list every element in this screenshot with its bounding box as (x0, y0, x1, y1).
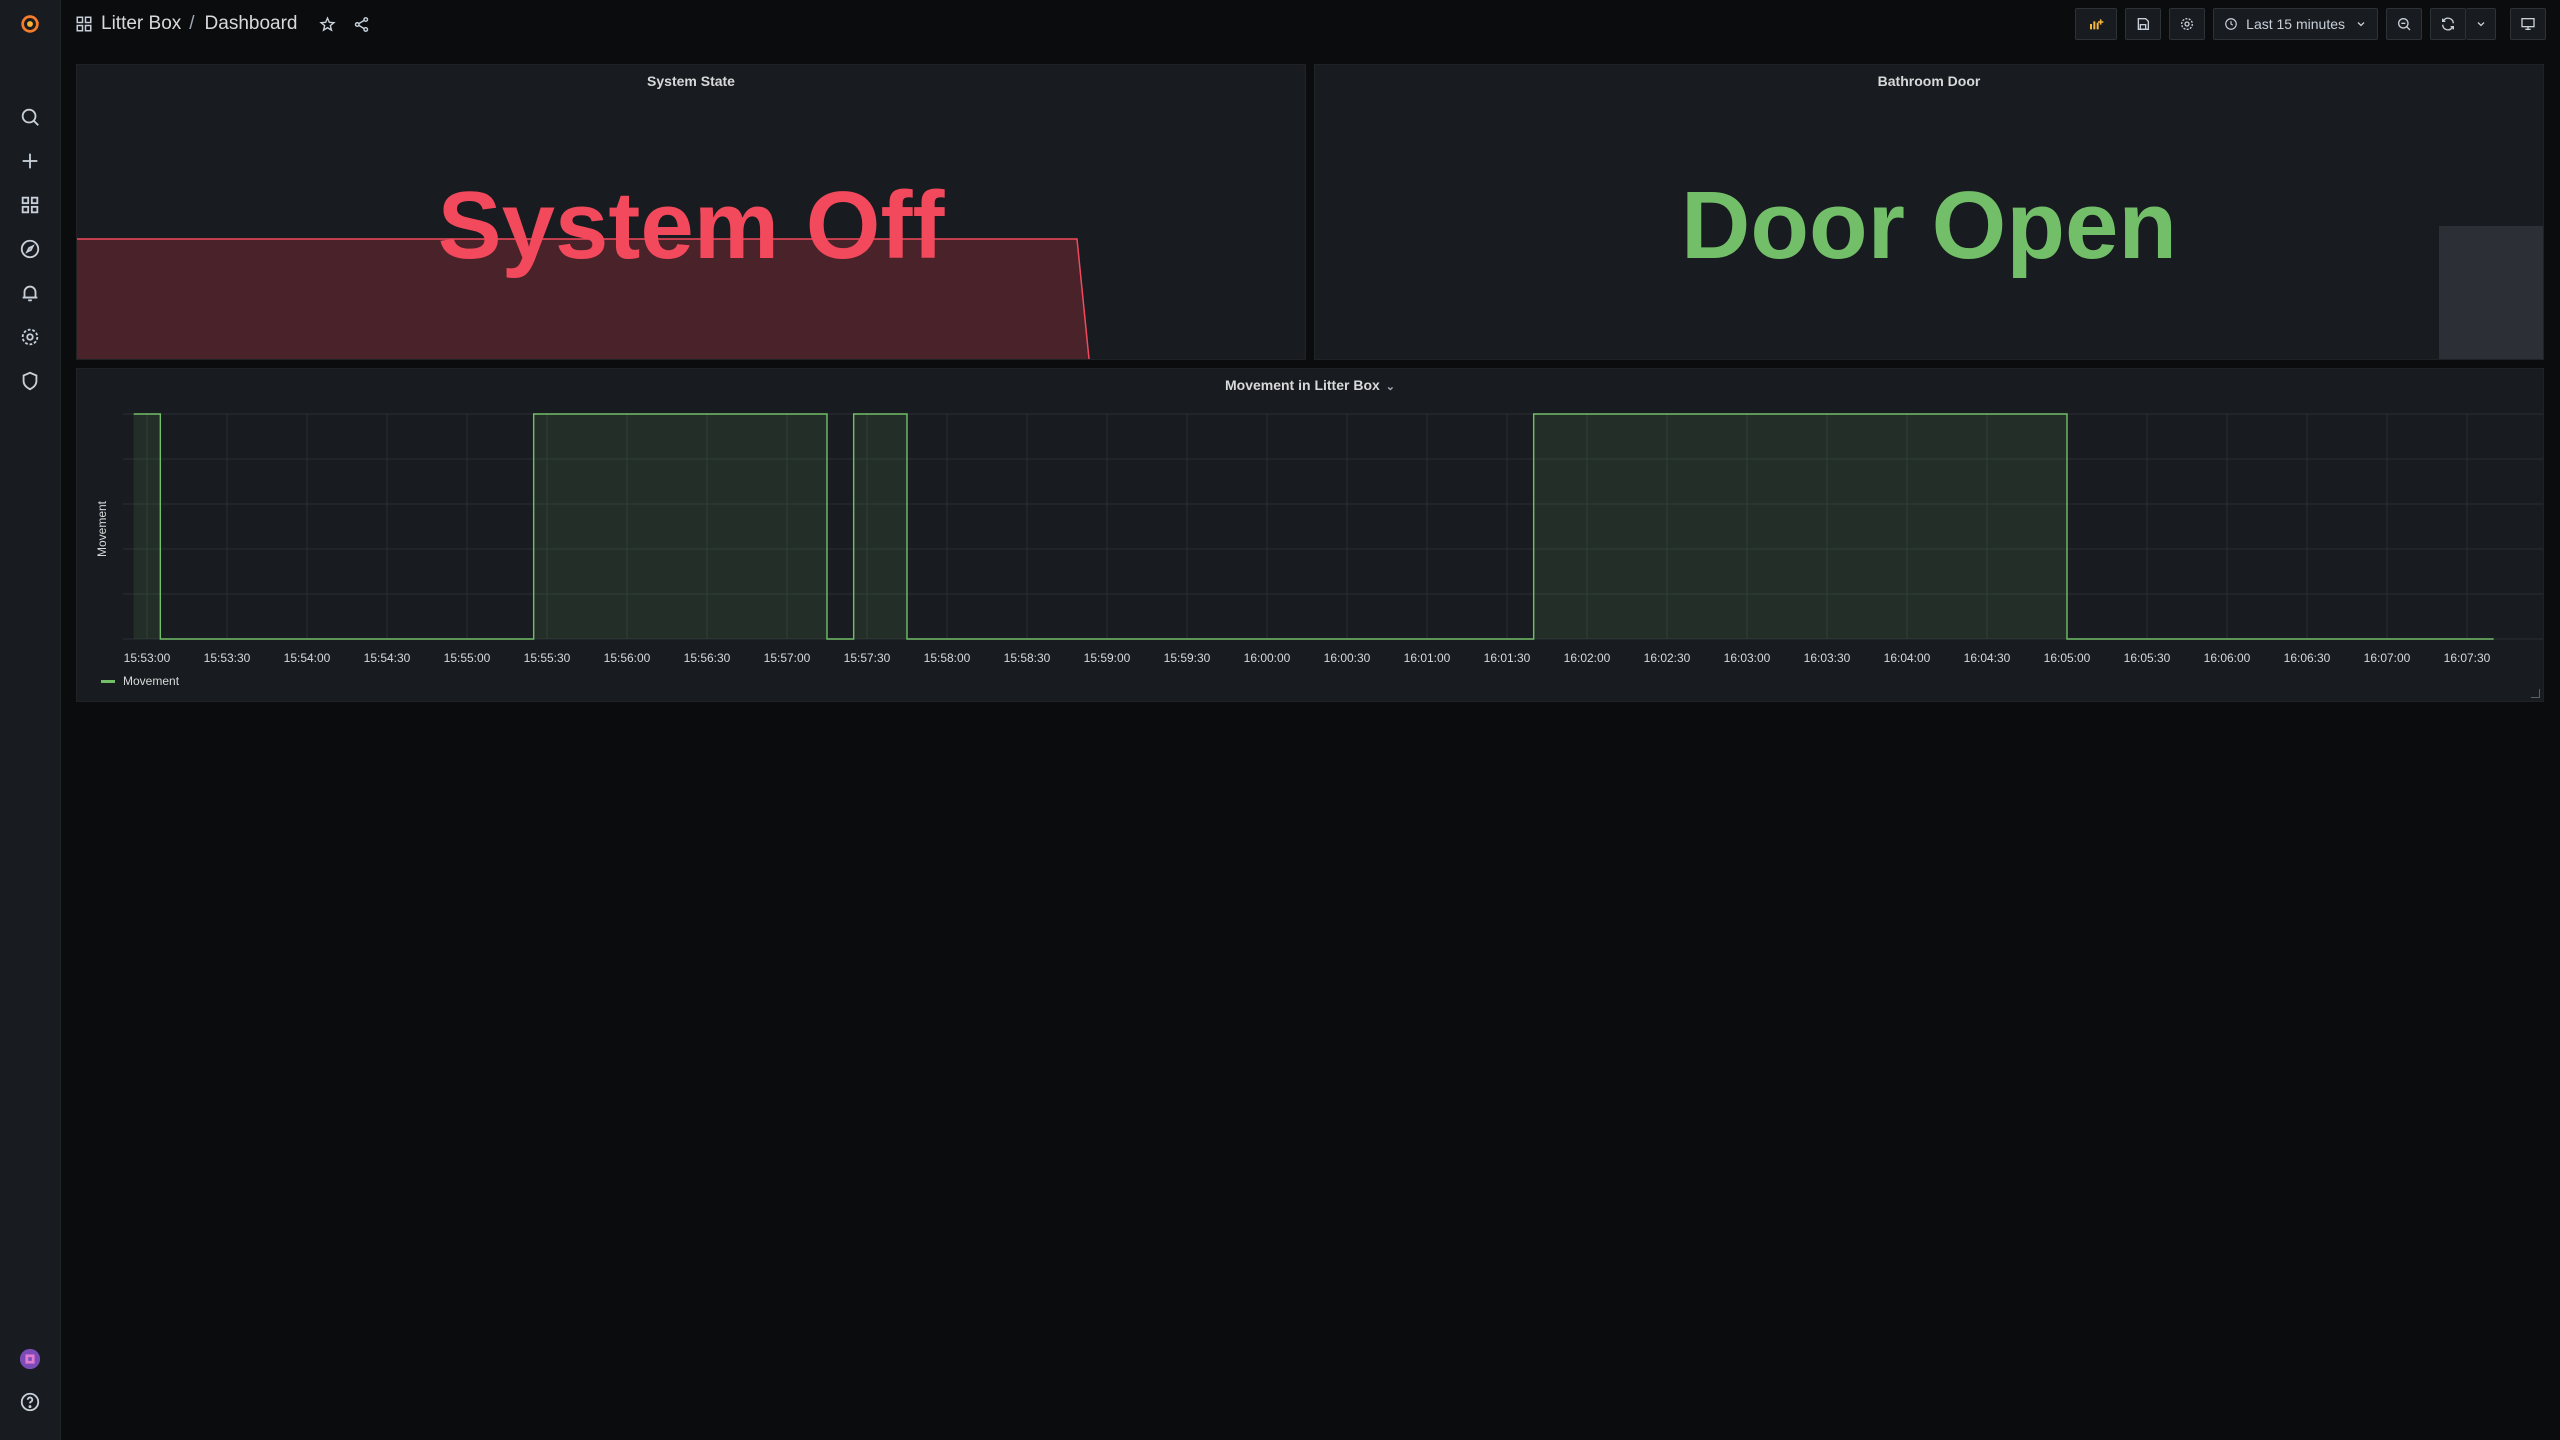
dashboard-settings-button[interactable] (2169, 8, 2206, 40)
movement-graph[interactable]: 15:53:00 15:53:30 15:54:00 15:54:30 15:55:00… (77, 369, 2544, 702)
y-axis-label: Movement (95, 500, 109, 557)
series-line-movement (133, 413, 2494, 640)
x-tick-label: 16:06:00 (2204, 651, 2251, 665)
refresh-group (2430, 8, 2496, 40)
avatar[interactable] (14, 1343, 46, 1375)
x-tick-label: 15:56:30 (684, 651, 731, 665)
x-tick-label: 16:06:30 (2284, 651, 2331, 665)
share-icon[interactable] (352, 14, 372, 34)
save-dashboard-button[interactable] (2125, 8, 2162, 40)
x-tick-label: 16:05:00 (2044, 651, 2091, 665)
x-tick-label: 15:53:00 (124, 651, 171, 665)
x-tick-label: 15:59:00 (1084, 651, 1131, 665)
x-tick-label: 15:53:30 (204, 651, 251, 665)
refresh-button[interactable] (2430, 8, 2466, 40)
series-fill-area (133, 414, 161, 639)
x-tick-label: 15:54:00 (284, 651, 331, 665)
alert-bell-icon[interactable] (14, 277, 46, 309)
x-tick-label: 16:03:30 (1804, 651, 1851, 665)
x-tick-label: 16:05:30 (2124, 651, 2171, 665)
zoom-out-button[interactable] (2386, 8, 2422, 40)
breadcrumb: Litter Box / Dashboard (75, 13, 298, 35)
x-tick-label: 16:07:30 (2444, 651, 2491, 665)
sidebar (0, 0, 61, 1440)
x-tick-label: 16:03:00 (1724, 651, 1771, 665)
stat-value: Door Open (1681, 172, 2177, 279)
x-tick-label: 15:55:00 (444, 651, 491, 665)
legend-label: Movement (123, 674, 180, 688)
x-tick-label: 16:02:00 (1564, 651, 1611, 665)
x-tick-label: 16:02:30 (1644, 651, 1691, 665)
dashboards-icon[interactable] (14, 189, 46, 221)
resize-handle[interactable] (2531, 689, 2540, 698)
time-range-picker[interactable]: Last 15 minutes (2213, 8, 2378, 40)
x-tick-label: 15:59:30 (1164, 651, 1211, 665)
dashboard-toolbar: Last 15 minutes (2067, 8, 2546, 40)
series-fill-area (853, 414, 907, 639)
chevron-down-icon (2357, 22, 2365, 27)
dashboard-grid-icon (76, 16, 92, 32)
x-tick-label: 15:55:30 (524, 651, 571, 665)
grafana-logo-icon[interactable] (14, 8, 46, 40)
x-tick-label: 15:57:00 (764, 651, 811, 665)
refresh-interval-dropdown[interactable] (2466, 8, 2496, 40)
x-tick-label: 16:07:00 (2364, 651, 2411, 665)
x-tick-label: 16:00:30 (1324, 651, 1371, 665)
bathroom-door-panel[interactable]: Bathroom Door Door Open (1314, 64, 2544, 360)
add-panel-button[interactable] (2075, 8, 2118, 40)
tv-mode-button[interactable] (2510, 8, 2546, 40)
x-tick-label: 16:04:30 (1964, 651, 2011, 665)
star-icon[interactable] (318, 14, 338, 34)
x-tick-label: 16:01:00 (1404, 651, 1451, 665)
series-fill-area (1533, 414, 2067, 639)
x-tick-label: 15:58:30 (1004, 651, 1051, 665)
shield-icon[interactable] (14, 365, 46, 397)
x-tick-label: 15:58:00 (924, 651, 971, 665)
breadcrumb-folder[interactable]: Litter Box (101, 13, 181, 35)
x-tick-label: 16:01:30 (1484, 651, 1531, 665)
legend-item-movement[interactable]: Movement (101, 674, 179, 688)
help-icon[interactable] (14, 1386, 46, 1418)
x-tick-label: 16:00:00 (1244, 651, 1291, 665)
time-range-label: Last 15 minutes (2246, 16, 2345, 32)
top-bar: Litter Box / Dashboard Last 15 minutes (61, 0, 2560, 48)
series-fill-area (533, 414, 827, 639)
stat-value: System Off (437, 172, 945, 279)
gear-icon[interactable] (14, 321, 46, 353)
clock-icon (2225, 18, 2237, 30)
legend-swatch (101, 679, 115, 683)
x-tick-label: 15:56:00 (604, 651, 651, 665)
explore-compass-icon[interactable] (14, 233, 46, 265)
x-tick-label: 15:54:30 (364, 651, 411, 665)
movement-graph-panel[interactable]: Movement in Litter Box ⌄ 15:53:00 15:53:30… (76, 368, 2544, 702)
breadcrumb-separator: / (189, 13, 195, 34)
plus-icon[interactable] (14, 145, 46, 177)
x-tick-label: 16:04:00 (1884, 651, 1931, 665)
page-title[interactable]: Dashboard (205, 13, 298, 35)
x-tick-label: 15:57:30 (844, 651, 891, 665)
search-icon[interactable] (14, 101, 46, 133)
system-state-panel[interactable]: System State System Off (76, 64, 1306, 360)
